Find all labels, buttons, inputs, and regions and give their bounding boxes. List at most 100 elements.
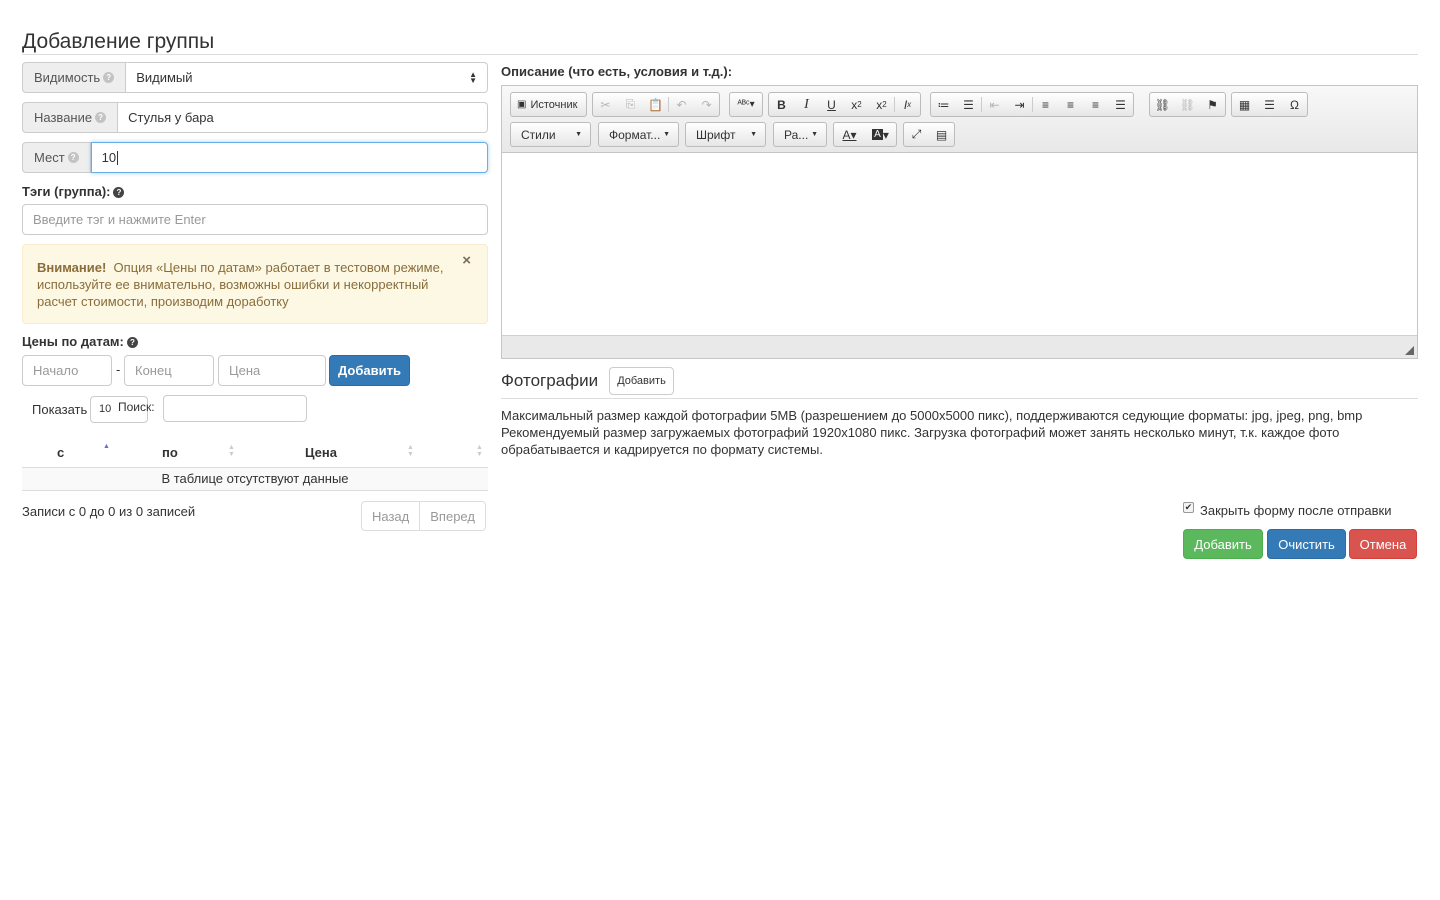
copy-icon[interactable]: ⎘ <box>618 93 643 116</box>
tags-label-text: Тэги (группа): <box>22 184 111 199</box>
format-combo[interactable]: Формат... ▼ <box>598 122 679 147</box>
end-placeholder: Конец <box>135 363 172 378</box>
help-icon[interactable]: ? <box>67 152 79 163</box>
outdent-icon[interactable]: ⇤ <box>982 93 1007 116</box>
superscript-icon[interactable]: x2 <box>869 93 894 116</box>
cut-icon[interactable]: ✂ <box>593 93 618 116</box>
align-left-icon[interactable]: ≡ <box>1033 93 1058 116</box>
anchor-flag-icon[interactable]: ⚑ <box>1200 93 1225 116</box>
numbered-list-icon[interactable]: ≔ <box>931 93 956 116</box>
source-label: Источник <box>530 98 578 111</box>
table-search-input[interactable] <box>163 395 307 422</box>
col-header-price[interactable]: Цена <box>305 445 337 460</box>
text-cursor <box>117 150 119 165</box>
date-prices-label-text: Цены по датам: <box>22 334 124 349</box>
spellcheck-icon: ᴬᴮᶜ▾ <box>737 99 755 110</box>
subscript-icon[interactable]: x2 <box>844 93 869 116</box>
sort-icon: ▲ ▼ <box>407 444 414 458</box>
sort-icon: ▲ ▼ <box>228 444 235 458</box>
col-header-to[interactable]: по <box>162 445 178 460</box>
bold-icon[interactable]: B <box>769 93 794 116</box>
prev-page-button[interactable]: Назад <box>362 502 419 530</box>
link-icon[interactable]: ⛓ <box>1150 93 1175 116</box>
remove-format-icon[interactable]: Ix <box>895 93 920 116</box>
table-empty-row: В таблице отсутствуют данные <box>22 468 488 490</box>
add-photo-button[interactable]: Добавить <box>609 367 674 395</box>
links-group: ⛓ ⛓ ⚑ <box>1149 92 1226 117</box>
italic-icon[interactable]: I <box>794 93 819 116</box>
seats-label: Мест <box>34 150 65 165</box>
description-label: Описание (что есть, условия и т.д.): <box>501 64 733 79</box>
indent-icon[interactable]: ⇥ <box>1007 93 1032 116</box>
chevron-down-icon: ▼ <box>811 131 818 138</box>
table-bottom-divider <box>22 490 488 491</box>
price-placeholder: Цена <box>229 363 261 378</box>
chevron-down-icon: ▼ <box>575 131 582 138</box>
unlink-icon[interactable]: ⛓ <box>1175 93 1200 116</box>
source-button[interactable]: ▣ Источник <box>510 92 587 117</box>
seats-value: 10 <box>101 150 117 165</box>
select-arrows-icon: ▲ ▼ <box>469 69 477 85</box>
basic-styles-group: B I U x2 x2 Ix <box>768 92 921 117</box>
size-combo-label: Ра... <box>784 127 809 142</box>
help-icon[interactable]: ? <box>103 72 115 83</box>
align-center-icon[interactable]: ≡ <box>1058 93 1083 116</box>
text-color-icon[interactable]: A▾ <box>834 123 865 146</box>
format-combo-label: Формат... <box>609 127 661 142</box>
undo-icon[interactable]: ↶ <box>669 93 694 116</box>
clear-button[interactable]: Очистить <box>1267 529 1346 559</box>
title-divider <box>22 54 1418 55</box>
table-info: Записи с 0 до 0 из 0 записей <box>22 504 196 519</box>
clipboard-group: ✂ ⎘ 📋 ↶ ↷ <box>592 92 720 117</box>
align-justify-icon[interactable]: ☰ <box>1108 93 1133 116</box>
start-date-input[interactable]: Начало <box>22 355 112 386</box>
name-input[interactable]: Стулья у бара <box>118 102 488 133</box>
photos-info-line2: Рекомендуемый размер загружаемых фотогра… <box>501 425 1340 457</box>
show-blocks-icon[interactable]: ▤ <box>929 123 954 146</box>
size-combo[interactable]: Ра... ▼ <box>773 122 827 147</box>
seats-input[interactable]: 10 <box>90 142 488 173</box>
font-combo-label: Шрифт <box>696 127 736 142</box>
submit-button[interactable]: Добавить <box>1183 529 1263 559</box>
editor-toolbar: ▣ Источник ✂ ⎘ 📋 ↶ ↷ ᴬᴮᶜ▾ B I U x2 x2 Ix… <box>502 86 1417 153</box>
resize-handle-icon[interactable] <box>1405 346 1414 355</box>
close-icon[interactable]: × <box>462 252 471 269</box>
add-price-button[interactable]: Добавить <box>329 355 410 386</box>
date-prices-label: Цены по датам:? <box>22 334 138 349</box>
special-char-icon[interactable]: Ω <box>1282 93 1307 116</box>
visibility-select[interactable]: Видимый ▲ ▼ <box>126 62 488 93</box>
table-icon[interactable]: ▦ <box>1232 93 1257 116</box>
redo-icon[interactable]: ↷ <box>694 93 719 116</box>
align-right-icon[interactable]: ≡ <box>1083 93 1108 116</box>
help-icon[interactable]: ? <box>95 112 107 123</box>
date-dash: - <box>116 362 121 377</box>
help-icon[interactable]: ? <box>126 337 138 348</box>
spellcheck-button[interactable]: ᴬᴮᶜ▾ <box>729 92 763 117</box>
photos-info-line1: Максимальный размер каждой фотографии 5M… <box>501 408 1363 423</box>
name-value: Стулья у бара <box>128 110 214 125</box>
styles-combo[interactable]: Стили ▼ <box>510 122 591 147</box>
page-title: Добавление группы <box>22 30 215 53</box>
colors-group: A▾ A ▾ <box>833 122 897 147</box>
rich-text-editor: ▣ Источник ✂ ⎘ 📋 ↶ ↷ ᴬᴮᶜ▾ B I U x2 x2 Ix… <box>501 85 1418 359</box>
help-icon[interactable]: ? <box>113 187 125 198</box>
page-length-value: 10 <box>99 403 112 415</box>
close-after-submit-checkbox[interactable]: ✔ <box>1183 502 1194 513</box>
table-empty-text: В таблице отсутствуют данные <box>161 471 349 486</box>
maximize-icon[interactable]: ⤢ <box>904 123 929 146</box>
tags-input[interactable]: Введите тэг и нажмите Enter <box>22 204 488 235</box>
horizontal-line-icon[interactable]: ☰ <box>1257 93 1282 116</box>
underline-icon[interactable]: U <box>819 93 844 116</box>
bg-color-icon[interactable]: A ▾ <box>865 123 896 146</box>
paragraph-group: ≔ ☰ ⇤ ⇥ ≡ ≡ ≡ ☰ <box>930 92 1134 117</box>
cancel-button[interactable]: Отмена <box>1349 529 1417 559</box>
editor-content-area[interactable] <box>502 153 1417 335</box>
paste-icon[interactable]: 📋 <box>643 93 668 116</box>
alert-strong: Внимание! <box>37 260 107 275</box>
col-header-from[interactable]: с <box>57 445 64 460</box>
next-page-button[interactable]: Вперед <box>419 502 485 530</box>
end-date-input[interactable]: Конец <box>124 355 214 386</box>
bulleted-list-icon[interactable]: ☰ <box>956 93 981 116</box>
font-combo[interactable]: Шрифт ▼ <box>685 122 766 147</box>
price-input[interactable]: Цена <box>218 355 326 386</box>
